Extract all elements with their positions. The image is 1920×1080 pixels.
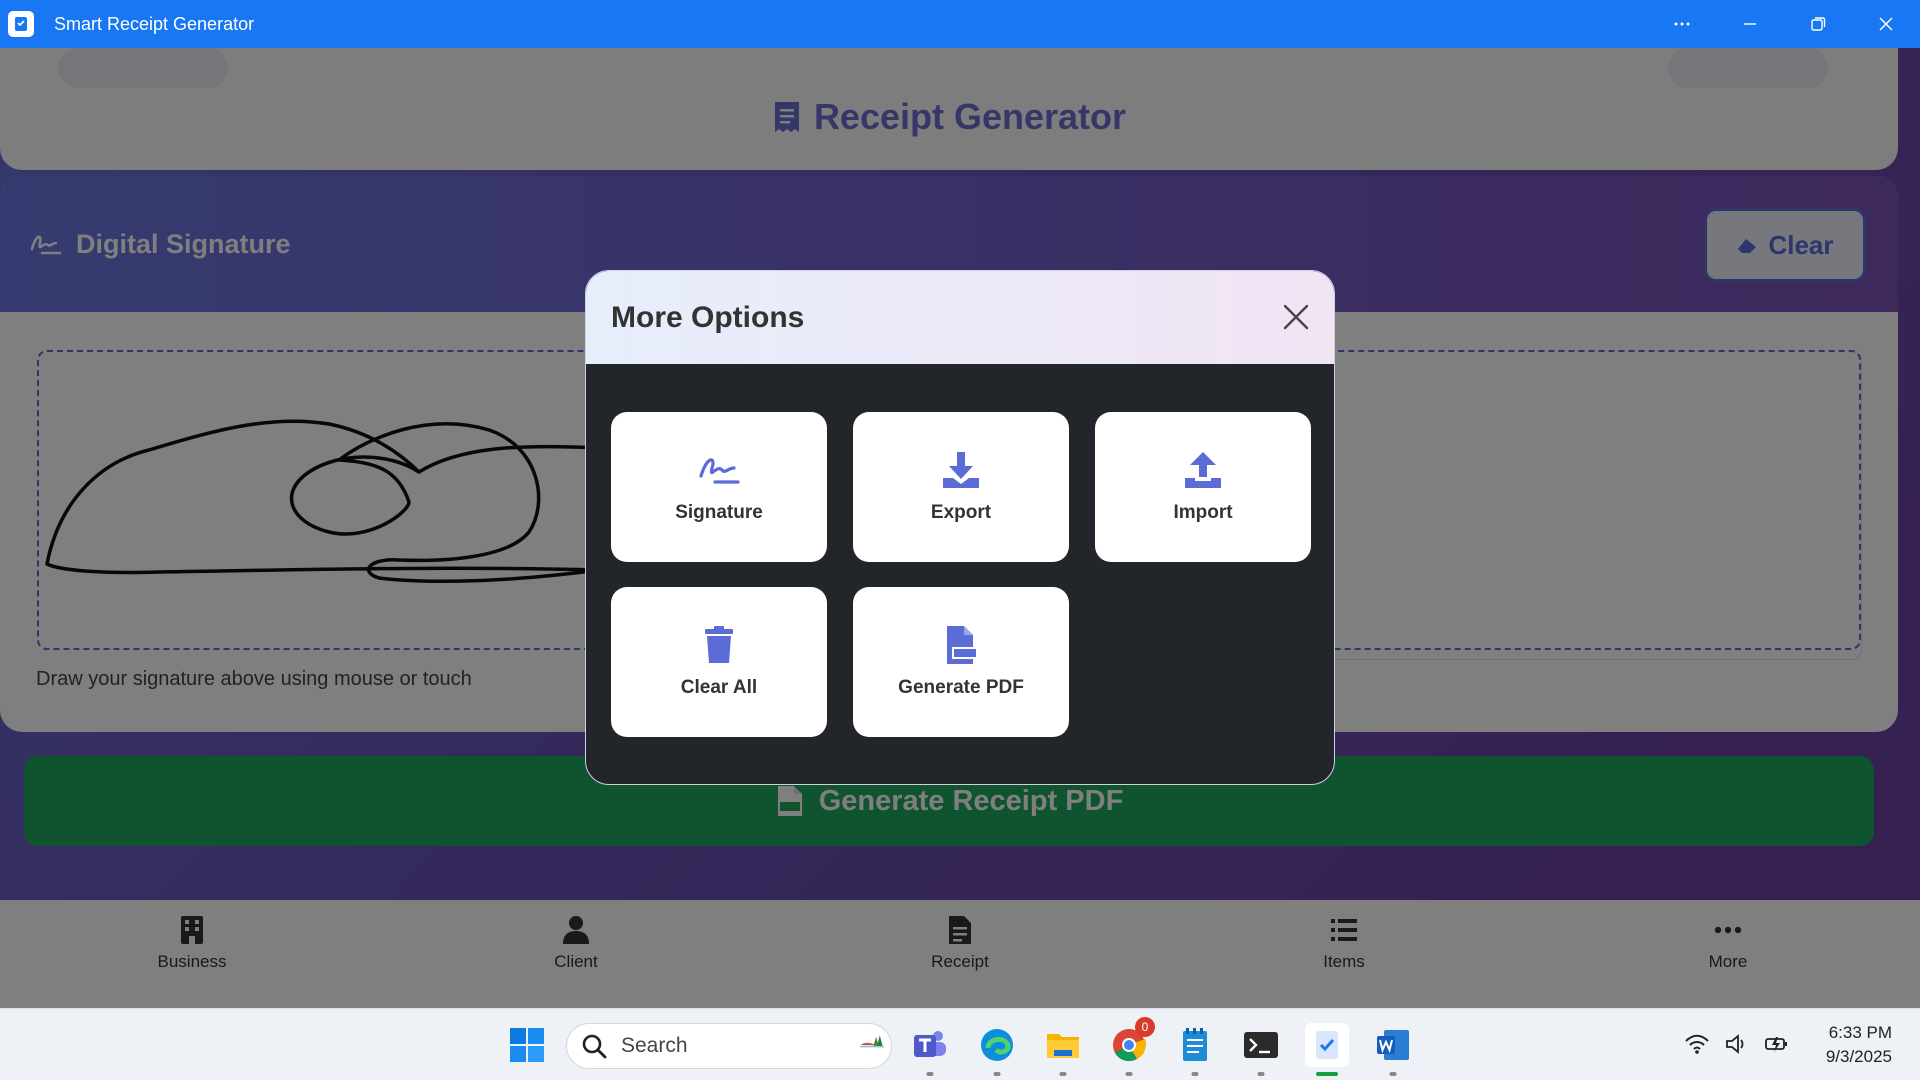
upload-icon bbox=[1185, 452, 1221, 488]
clock-date: 9/3/2025 bbox=[1825, 1047, 1892, 1066]
wifi-icon[interactable] bbox=[1684, 1031, 1710, 1057]
running-indicator bbox=[1191, 1072, 1199, 1076]
terminal-icon bbox=[1244, 1032, 1278, 1058]
folder-icon bbox=[1047, 1034, 1079, 1058]
ellipsis-icon bbox=[1674, 22, 1690, 26]
running-indicator bbox=[926, 1072, 934, 1076]
taskbar-search[interactable]: Search bbox=[566, 1023, 892, 1069]
dialog-header: More Options bbox=[586, 271, 1334, 364]
running-indicator bbox=[1389, 1072, 1397, 1076]
restore-icon bbox=[1811, 17, 1826, 31]
minimize-button[interactable] bbox=[1716, 0, 1784, 48]
minimize-icon bbox=[1744, 23, 1756, 25]
start-button[interactable] bbox=[505, 1023, 549, 1067]
taskbar: Search 0 6:33 PM 9/3/2025 bbox=[0, 1008, 1920, 1080]
search-placeholder: Search bbox=[621, 1034, 688, 1057]
search-highlight-illustration-icon bbox=[859, 1035, 885, 1048]
signature-icon bbox=[699, 458, 740, 484]
word-icon bbox=[1377, 1030, 1409, 1060]
dialog-title: More Options bbox=[611, 300, 805, 334]
dialog-close-button[interactable] bbox=[1278, 299, 1314, 335]
running-indicator bbox=[1257, 1072, 1265, 1076]
running-indicator bbox=[993, 1072, 1001, 1076]
more-window-button[interactable] bbox=[1648, 0, 1716, 48]
close-icon bbox=[1879, 17, 1893, 31]
notepad-app-button[interactable] bbox=[1173, 1023, 1217, 1076]
active-indicator bbox=[1316, 1072, 1338, 1076]
search-icon bbox=[582, 1034, 607, 1059]
teams-app-button[interactable] bbox=[908, 1023, 952, 1076]
option-signature-button[interactable]: Signature bbox=[611, 412, 827, 562]
restore-button[interactable] bbox=[1784, 0, 1852, 48]
running-indicator bbox=[1125, 1072, 1133, 1076]
title-bar: Smart Receipt Generator bbox=[0, 0, 1920, 48]
taskbar-clock[interactable]: 6:33 PM 9/3/2025 bbox=[1826, 1021, 1892, 1069]
option-generate-pdf-button[interactable]: Generate PDF bbox=[853, 587, 1069, 737]
option-export-button[interactable]: Export bbox=[853, 412, 1069, 562]
trash-icon bbox=[705, 626, 733, 663]
app-icon bbox=[1316, 1031, 1338, 1059]
chrome-app-button[interactable]: 0 bbox=[1107, 1017, 1155, 1076]
option-clear-all-button[interactable]: Clear All bbox=[611, 587, 827, 737]
option-label: Signature bbox=[675, 502, 763, 523]
speaker-icon[interactable] bbox=[1724, 1031, 1750, 1057]
clock-time: 6:33 PM bbox=[1828, 1023, 1892, 1042]
window-title: Smart Receipt Generator bbox=[54, 13, 255, 34]
battery-charging-icon[interactable] bbox=[1764, 1031, 1790, 1057]
windows-logo-icon bbox=[510, 1028, 544, 1062]
download-icon bbox=[943, 452, 979, 488]
close-icon bbox=[1283, 304, 1309, 330]
edge-app-button[interactable] bbox=[975, 1023, 1019, 1076]
notification-badge: 0 bbox=[1135, 1017, 1155, 1037]
file-explorer-button[interactable] bbox=[1041, 1023, 1085, 1076]
option-label: Import bbox=[1173, 502, 1233, 523]
terminal-app-button[interactable] bbox=[1239, 1023, 1283, 1076]
option-import-button[interactable]: Import bbox=[1095, 412, 1311, 562]
word-app-button[interactable] bbox=[1371, 1023, 1415, 1076]
close-window-button[interactable] bbox=[1852, 0, 1920, 48]
option-label: Generate PDF bbox=[898, 677, 1024, 698]
running-indicator bbox=[1059, 1072, 1067, 1076]
edge-icon bbox=[981, 1029, 1013, 1061]
option-label: Clear All bbox=[680, 677, 758, 698]
option-label: Export bbox=[930, 502, 992, 523]
notepad-icon bbox=[1183, 1028, 1207, 1061]
more-options-dialog: More Options Signature Export Import Cle… bbox=[585, 270, 1335, 785]
pdf-file-icon bbox=[947, 626, 978, 664]
receipt-generator-app-button[interactable] bbox=[1305, 1023, 1349, 1076]
app-icon bbox=[8, 11, 34, 37]
teams-icon bbox=[914, 1031, 946, 1057]
system-tray bbox=[1684, 1031, 1790, 1057]
